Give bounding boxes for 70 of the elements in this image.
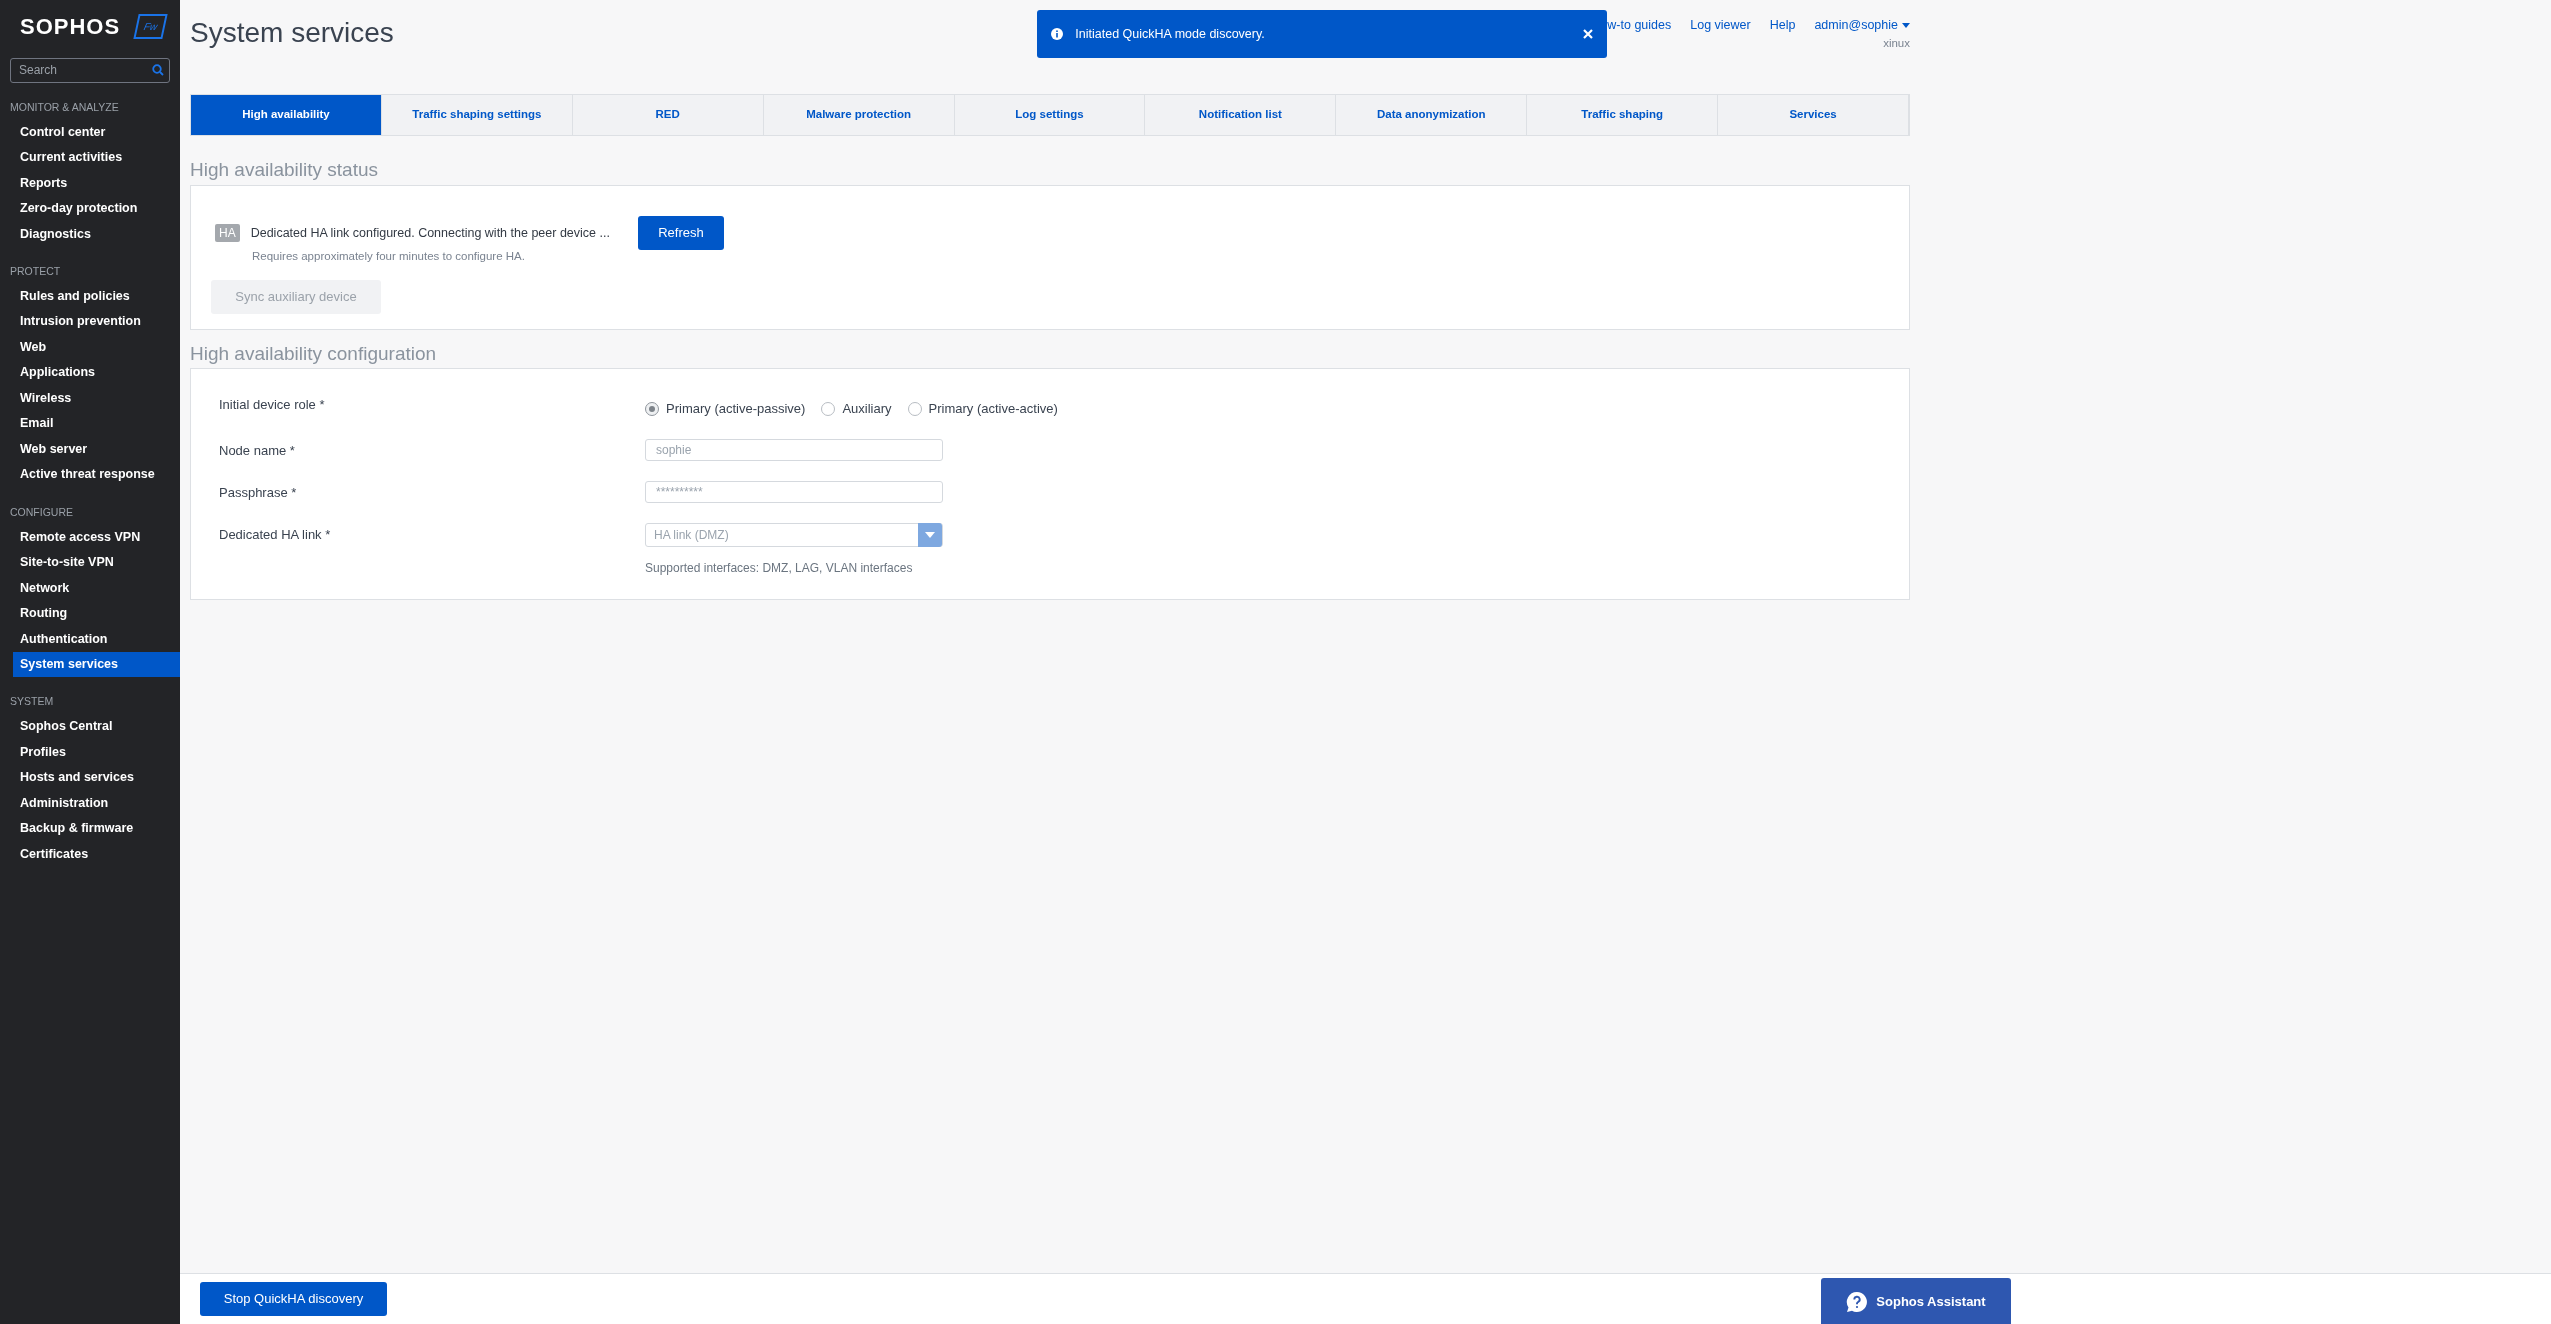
tab[interactable]: Traffic shaping	[1527, 95, 1719, 135]
nav-item[interactable]: Remote access VPN	[13, 524, 180, 550]
nav-item[interactable]: Hosts and services	[13, 765, 180, 791]
role-radio[interactable]: Auxiliary	[821, 399, 892, 419]
toast-message: Initiated QuickHA mode discovery.	[1075, 25, 1266, 43]
section-header: PROTECT	[9, 263, 62, 279]
role-radio[interactable]: Primary (active-passive)	[645, 399, 806, 419]
section-header: SYSTEM	[9, 694, 55, 710]
refresh-button[interactable]: Refresh	[637, 215, 724, 250]
nav-item[interactable]: Reports	[13, 170, 180, 196]
status-message: Dedicated HA link configured. Connecting with the peer device ...	[250, 224, 610, 242]
help-bubble-icon	[1846, 1290, 1869, 1313]
nav-item[interactable]: Web	[13, 334, 180, 360]
nav-item[interactable]: Active threat response	[13, 462, 180, 488]
page-title: System services	[190, 16, 395, 50]
nav-item[interactable]: Routing	[13, 600, 180, 627]
section-heading: High availability configuration	[190, 341, 438, 366]
header-link[interactable]: Help	[1769, 16, 1796, 35]
nav-item[interactable]: Diagnostics	[13, 221, 180, 247]
field-label: Initial device role *	[219, 396, 326, 414]
nav-item[interactable]: Network	[13, 575, 180, 601]
tab[interactable]: Log settings	[954, 95, 1146, 135]
ha-badge: HA	[215, 223, 240, 242]
field-label: Dedicated HA link *	[219, 525, 332, 544]
nav-item[interactable]: System services	[13, 651, 180, 678]
product-badge: Fw	[133, 14, 169, 39]
nav-item[interactable]: Certificates	[13, 841, 180, 867]
nav-item[interactable]: Control center	[13, 119, 180, 145]
nav-item[interactable]: Rules and policies	[13, 283, 180, 309]
assistant-button[interactable]: Sophos Assistant	[1821, 1278, 2011, 1324]
logo: SOPHOS	[20, 13, 121, 41]
nav-item[interactable]: Site-to-site VPN	[13, 549, 180, 576]
nav-item[interactable]: Zero-day protection	[13, 195, 180, 222]
nav-item[interactable]: Web server	[13, 436, 180, 462]
nav-item[interactable]: Sophos Central	[13, 714, 180, 740]
tab[interactable]: Traffic shaping settings	[381, 95, 573, 135]
role-radio[interactable]: Primary (active-active)	[907, 399, 1058, 419]
section-heading: High availability status	[190, 158, 379, 182]
info-icon	[1051, 28, 1064, 40]
nav-item[interactable]: Applications	[13, 360, 180, 386]
header-link[interactable]: Log viewer	[1690, 16, 1751, 35]
stop-discovery-button[interactable]: Stop QuickHA discovery	[200, 1282, 387, 1316]
tab[interactable]: Notification list	[1145, 95, 1337, 135]
section-header: CONFIGURE	[9, 504, 74, 520]
user-menu[interactable]: admin@sophie	[1814, 16, 1910, 35]
search-icon	[152, 64, 164, 76]
nav-item[interactable]: Backup & firmware	[13, 816, 180, 842]
tab[interactable]: Malware protection	[763, 95, 955, 135]
field-label: Node name *	[219, 441, 296, 460]
caret-icon	[1902, 22, 1910, 28]
caret-icon	[925, 531, 935, 538]
field-hint: Supported interfaces: DMZ, LAG, VLAN interfaces	[645, 559, 914, 577]
nav-item[interactable]: Intrusion prevention	[13, 309, 180, 335]
nav-item[interactable]: Wireless	[13, 385, 180, 411]
nav-item[interactable]: Administration	[13, 790, 180, 816]
tab[interactable]: Data anonymization	[1336, 95, 1528, 135]
status-note: Requires approximately four minutes to configure HA.	[252, 249, 526, 265]
tab[interactable]: High availability	[191, 95, 382, 135]
nav-item[interactable]: Current activities	[13, 144, 180, 171]
header-link[interactable]: w-to guides	[1607, 16, 1672, 35]
close-icon[interactable]	[1583, 29, 1594, 39]
nav-item[interactable]: Email	[13, 411, 180, 437]
nav-item[interactable]: Authentication	[13, 626, 180, 652]
field-label: Passphrase *	[219, 483, 298, 502]
section-header: MONITOR & ANALYZE	[9, 99, 120, 115]
user-subtitle: xinux	[1883, 35, 1910, 51]
tab[interactable]: RED	[572, 95, 764, 135]
nav-item[interactable]: Profiles	[13, 739, 180, 765]
search-field[interactable]: Search	[10, 57, 170, 83]
tab[interactable]: Services	[1718, 95, 1909, 135]
